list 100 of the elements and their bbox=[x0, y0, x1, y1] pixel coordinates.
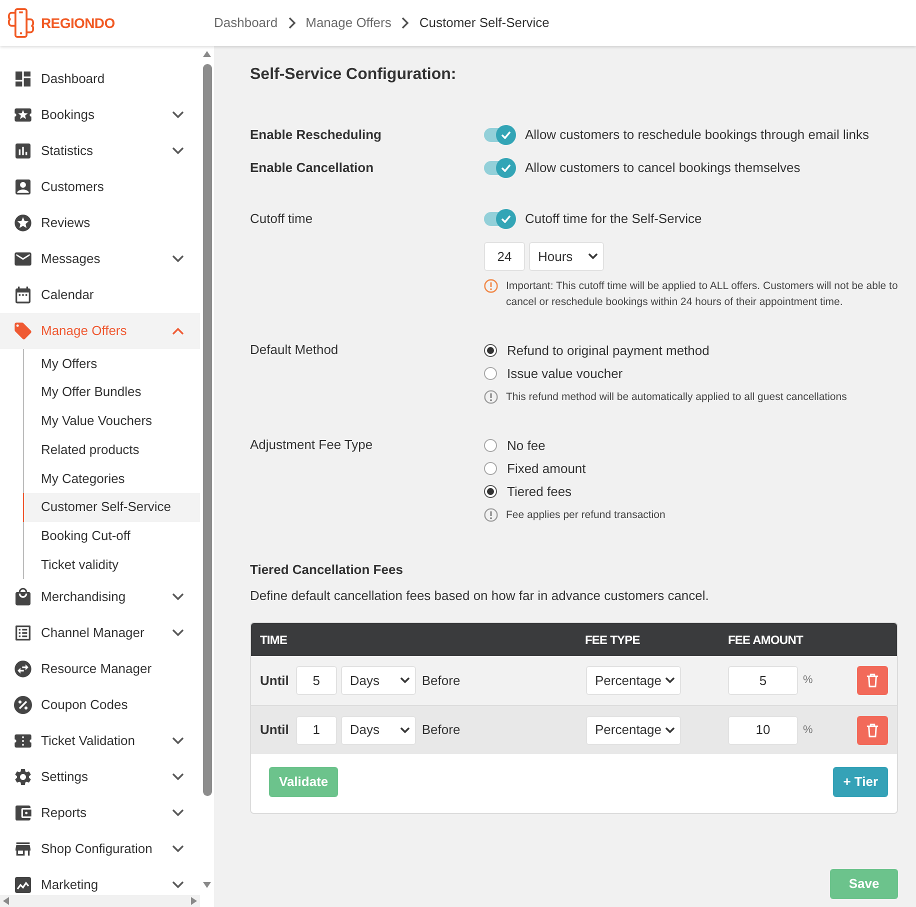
settings-icon bbox=[13, 767, 33, 787]
setting-label: Cutoff time bbox=[250, 210, 313, 228]
scroll-down-icon[interactable] bbox=[203, 882, 211, 888]
chevron-down-icon bbox=[665, 726, 675, 734]
help-text: This refund method will be automatically applied to all guest cancellations bbox=[506, 390, 847, 405]
sidebar-item[interactable]: Reports bbox=[0, 795, 200, 831]
setting-description: Cutoff time for the Self-Service bbox=[525, 210, 702, 228]
submenu-item[interactable]: Customer Self-Service bbox=[23, 492, 200, 522]
delete-button[interactable] bbox=[857, 666, 888, 695]
sidebar-item[interactable]: Channel Manager bbox=[0, 615, 200, 651]
shopping-bag-icon bbox=[13, 587, 33, 607]
check-icon bbox=[501, 164, 511, 172]
column-header: FEE AMOUNT bbox=[728, 632, 803, 646]
percent-icon bbox=[13, 695, 33, 715]
scroll-left-icon[interactable] bbox=[3, 897, 9, 905]
sidebar-item[interactable]: Messages bbox=[0, 241, 200, 277]
fee-amount-field[interactable]: 5 bbox=[728, 666, 798, 695]
unit-select[interactable]: Days bbox=[340, 666, 416, 695]
chevron-down-icon bbox=[588, 253, 598, 260]
amount-field[interactable]: 1 bbox=[296, 716, 337, 744]
setting-label: Adjustment Fee Type bbox=[250, 436, 373, 454]
sidebar-item[interactable]: Calendar bbox=[0, 277, 200, 313]
chevron-right-icon bbox=[401, 17, 410, 29]
tag-icon bbox=[13, 321, 33, 341]
column-header: TIME bbox=[260, 632, 288, 646]
radio-label[interactable]: Refund to original payment method bbox=[507, 340, 710, 360]
check-icon bbox=[501, 215, 511, 223]
sidebar-item[interactable]: Bookings bbox=[0, 97, 200, 133]
sidebar-item[interactable]: Statistics bbox=[0, 133, 200, 169]
setting-label: Enable Cancellation bbox=[250, 159, 374, 178]
page-title: Self-Service Configuration: bbox=[250, 65, 456, 85]
scroll-up-icon[interactable] bbox=[203, 51, 211, 57]
help-text: Fee applies per refund transaction bbox=[506, 508, 666, 523]
submenu-item[interactable]: My Offers bbox=[23, 349, 200, 378]
dashboard-icon bbox=[13, 69, 33, 89]
calendar-icon bbox=[13, 285, 33, 305]
radio-button[interactable] bbox=[484, 485, 497, 498]
unit-select[interactable]: Days bbox=[340, 716, 416, 744]
breadcrumb-link[interactable]: Manage Offers bbox=[306, 13, 392, 33]
breadcrumb-link[interactable]: Dashboard bbox=[214, 13, 278, 33]
radio-button[interactable] bbox=[484, 344, 497, 357]
fee-type-select[interactable]: Percentage bbox=[586, 666, 681, 695]
until-label: Until bbox=[260, 721, 289, 740]
fee-amount-field[interactable]: 10 bbox=[728, 716, 798, 744]
delete-button[interactable] bbox=[857, 716, 888, 744]
list-icon bbox=[13, 623, 33, 643]
radio-label[interactable]: No fee bbox=[507, 436, 546, 456]
radio-label[interactable]: Fixed amount bbox=[507, 458, 586, 478]
radio-button[interactable] bbox=[484, 367, 497, 380]
swap-arrows-icon bbox=[13, 659, 33, 679]
until-label: Until bbox=[260, 672, 289, 690]
sidebar-item[interactable]: Coupon Codes bbox=[0, 687, 200, 723]
check-icon bbox=[501, 131, 511, 139]
sidebar-item[interactable]: Customers bbox=[0, 169, 200, 205]
amount-field[interactable]: 24 bbox=[484, 242, 525, 271]
submenu-item[interactable]: Ticket validity bbox=[23, 550, 200, 579]
chevron-right-icon bbox=[288, 17, 296, 29]
radio-label[interactable]: Tiered fees bbox=[507, 482, 572, 502]
help-text: Important: This cutoff time will be applied to ALL offers. Customers will not be able to cancel or reschedule bookings within 24 hours of their appointment time. bbox=[506, 279, 898, 310]
sidebar-item[interactable]: Dashboard bbox=[0, 61, 200, 97]
radio-label[interactable]: Issue value voucher bbox=[507, 364, 623, 384]
sidebar-item[interactable]: Merchandising bbox=[0, 579, 200, 615]
sidebar-item[interactable]: Ticket Validation bbox=[0, 723, 200, 759]
scroll-right-icon[interactable] bbox=[191, 897, 197, 905]
sidebar-item[interactable]: Marketing bbox=[0, 867, 200, 895]
info-icon bbox=[484, 390, 498, 404]
column-header: FEE TYPE bbox=[585, 632, 640, 646]
sidebar-item[interactable]: Resource Manager bbox=[0, 651, 200, 687]
sidebar-item[interactable]: Settings bbox=[0, 759, 200, 795]
trash-icon bbox=[866, 722, 879, 738]
submenu-item[interactable]: My Offer Bundles bbox=[23, 378, 200, 406]
before-label: Before bbox=[422, 672, 460, 690]
setting-description: Allow customers to reschedule bookings through email links bbox=[525, 126, 869, 144]
section-title: Tiered Cancellation Fees bbox=[250, 561, 403, 580]
toggle-switch[interactable] bbox=[484, 125, 516, 145]
setting-label: Default Method bbox=[250, 341, 338, 360]
person-card-icon bbox=[13, 177, 33, 197]
fee-type-select[interactable]: Percentage bbox=[586, 716, 681, 744]
submenu-item[interactable]: Booking Cut-off bbox=[23, 522, 200, 550]
amount-field[interactable]: 5 bbox=[296, 666, 337, 695]
warning-icon bbox=[484, 279, 498, 293]
sidebar-item[interactable]: Shop Configuration bbox=[0, 831, 200, 867]
toggle-switch[interactable] bbox=[484, 158, 516, 178]
horizontal-scrollbar[interactable] bbox=[0, 895, 200, 907]
info-icon bbox=[484, 508, 498, 522]
toggle-switch[interactable] bbox=[484, 209, 516, 229]
percent-label: % bbox=[803, 673, 813, 688]
percent-label: % bbox=[803, 722, 813, 738]
chevron-down-icon bbox=[665, 677, 675, 684]
breadcrumb-current: Customer Self-Service bbox=[419, 14, 550, 32]
sidebar-item[interactable]: Reviews bbox=[0, 205, 200, 241]
submenu-item[interactable]: Related products bbox=[23, 435, 200, 464]
chart-tile-icon bbox=[13, 875, 33, 895]
unit-select[interactable]: Hours bbox=[529, 242, 604, 271]
radio-button[interactable] bbox=[484, 439, 497, 452]
radio-button[interactable] bbox=[484, 462, 497, 475]
scrollbar-thumb[interactable] bbox=[202, 64, 212, 796]
submenu-item[interactable]: My Value Vouchers bbox=[23, 406, 200, 436]
setting-description: Allow customers to cancel bookings themselves bbox=[525, 159, 800, 178]
bar-chart-icon bbox=[13, 141, 33, 161]
